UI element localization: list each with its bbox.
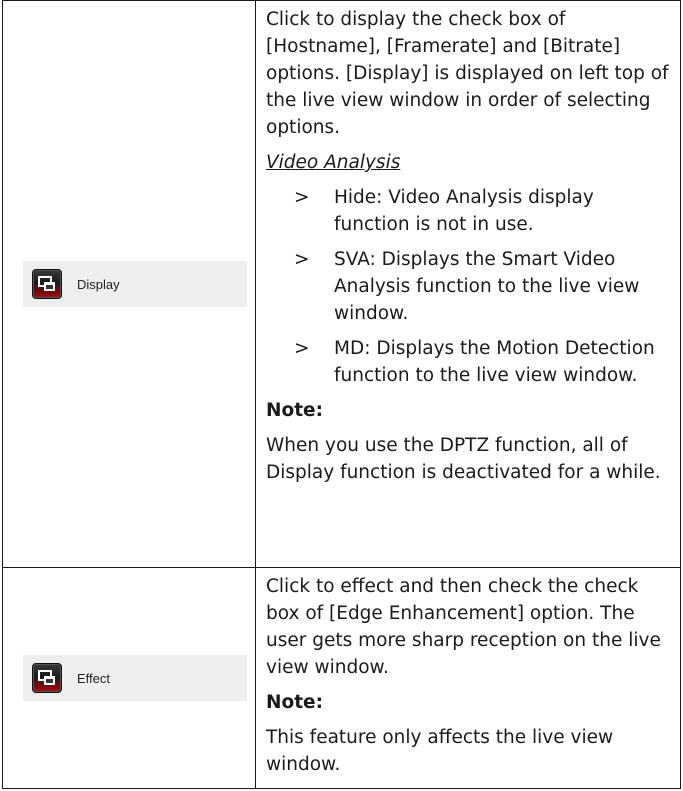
display-note-text: When you use the DPTZ function, all of D…: [266, 435, 661, 483]
display-button[interactable]: Display: [23, 261, 247, 307]
display-description-cell: Click to display the check box of [Hostn…: [255, 0, 681, 568]
display-window-icon: [32, 269, 62, 299]
effect-description-cell: Click to effect and then check the check…: [255, 567, 681, 789]
display-description: Click to display the check box of [Hostn…: [266, 9, 669, 138]
list-item: > MD: Displays the Motion Detection funct…: [266, 335, 672, 389]
list-item: > Hide: Video Analysis display function i…: [266, 184, 672, 238]
display-button-cell: Display: [2, 0, 256, 568]
display-button-label: Display: [77, 276, 120, 292]
effect-description: Click to effect and then check the check…: [266, 576, 661, 678]
bullet-text: SVA: Displays the Smart Video Analysis f…: [334, 249, 640, 324]
list-item: > SVA: Displays the Smart Video Analysis …: [266, 246, 672, 327]
table-row-display: Display Click to display the check box o…: [2, 0, 681, 568]
effect-button[interactable]: Effect: [23, 655, 247, 701]
video-analysis-subheading: Video Analysis: [266, 152, 401, 173]
bullet-marker: >: [294, 338, 310, 359]
table-row-effect: Effect Click to effect and then check th…: [2, 567, 681, 789]
effect-window-icon: [32, 663, 62, 693]
effect-button-label: Effect: [77, 670, 111, 686]
effect-button-cell: Effect: [2, 567, 256, 789]
bullet-text: Hide: Video Analysis display function is…: [334, 187, 594, 235]
bullet-marker: >: [294, 187, 310, 208]
bullet-marker: >: [294, 249, 310, 270]
effect-note-label: Note:: [266, 692, 323, 713]
display-note-label: Note:: [266, 400, 323, 421]
video-analysis-list: > Hide: Video Analysis display function i…: [266, 184, 672, 389]
bullet-text: MD: Displays the Motion Detection functi…: [334, 338, 655, 386]
feature-table: Display Click to display the check box o…: [2, 0, 681, 789]
effect-note-text: This feature only affects the live view …: [266, 727, 614, 775]
